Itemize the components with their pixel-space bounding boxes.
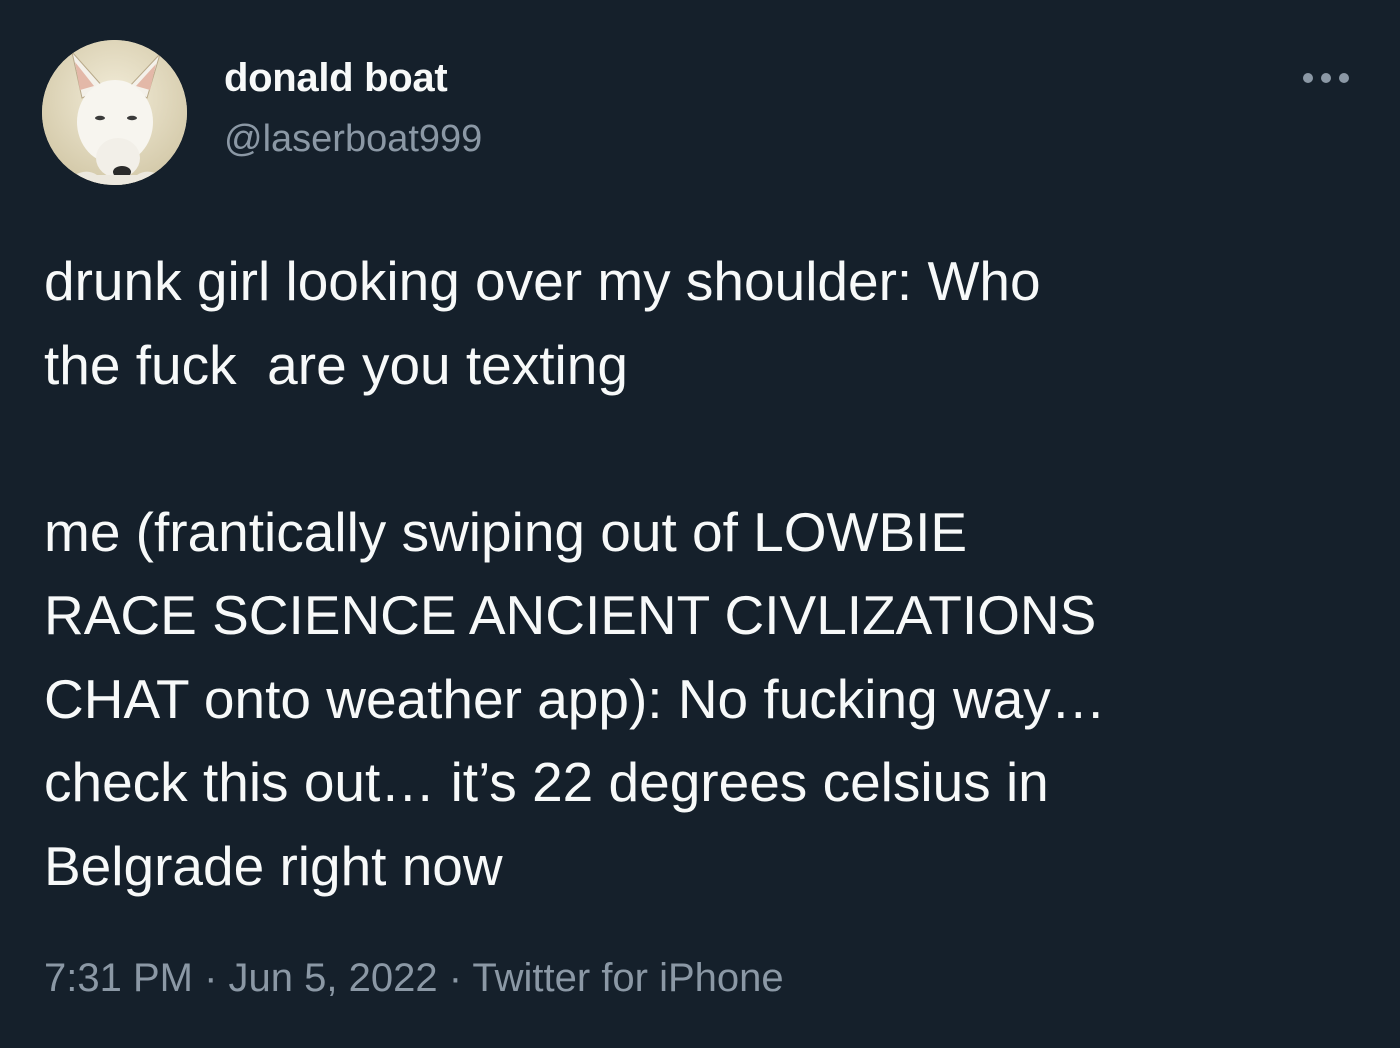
tweet-card: donald boat @laserboat999 drunk girl loo…	[0, 0, 1400, 1048]
avatar[interactable]	[42, 40, 187, 185]
tweet-time[interactable]: 7:31 PM	[44, 956, 193, 1000]
tweet-metadata: 7:31 PM · Jun 5, 2022 · Twitter for iPho…	[44, 956, 784, 1001]
more-options-button[interactable]	[1296, 58, 1356, 98]
meta-separator: ·	[192, 956, 229, 1000]
meta-separator: ·	[437, 956, 473, 1000]
dog-avatar-icon	[42, 40, 187, 185]
tweet-text: drunk girl looking over my shoulder: Who…	[44, 250, 1106, 897]
tweet-source[interactable]: Twitter for iPhone	[472, 956, 783, 1000]
author-display-name[interactable]: donald boat	[224, 56, 448, 101]
tweet-date[interactable]: Jun 5, 2022	[229, 956, 438, 1000]
more-options-icon	[1303, 73, 1349, 83]
author-handle[interactable]: @laserboat999	[224, 118, 482, 161]
